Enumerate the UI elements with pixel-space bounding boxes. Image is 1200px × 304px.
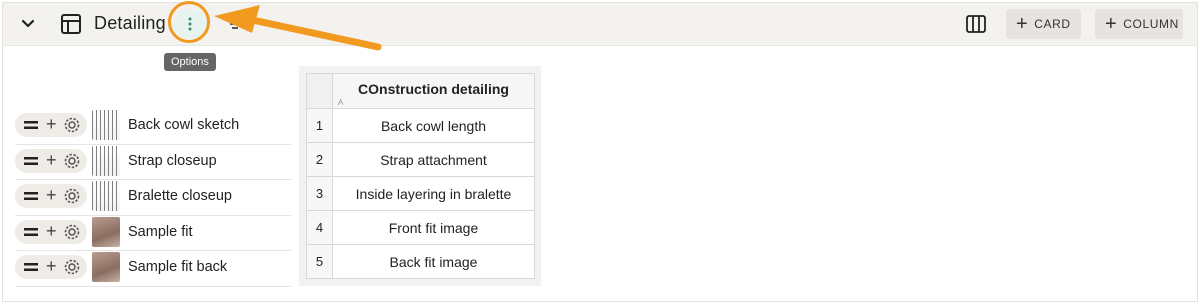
board-panel: Detailing + CARD + COLUMN Options + Back…: [2, 1, 1198, 302]
add-icon[interactable]: +: [46, 221, 57, 242]
gear-icon[interactable]: [63, 116, 81, 134]
card-thumbnail[interactable]: [92, 181, 120, 211]
drag-handle-icon[interactable]: [24, 227, 38, 237]
card-thumbnail[interactable]: [92, 110, 120, 140]
options-tooltip: Options: [164, 53, 216, 71]
drag-handle-icon[interactable]: [24, 262, 38, 272]
row-number[interactable]: 1: [306, 108, 333, 143]
add-column-button[interactable]: + COLUMN: [1095, 9, 1183, 39]
columns-icon[interactable]: [965, 14, 987, 34]
gear-icon[interactable]: [63, 152, 81, 170]
card-controls: +: [15, 219, 87, 244]
plus-icon: +: [1105, 13, 1118, 35]
drag-handle-icon[interactable]: [24, 191, 38, 201]
add-card-button[interactable]: + CARD: [1006, 9, 1081, 39]
column-header-label: COnstruction detailing: [358, 81, 509, 97]
gear-icon[interactable]: [63, 223, 81, 241]
table-cell[interactable]: Back cowl length: [332, 108, 535, 143]
add-icon[interactable]: +: [46, 256, 57, 277]
list-item[interactable]: + Sample fit back: [15, 251, 291, 287]
row-number[interactable]: 5: [306, 244, 333, 279]
add-icon[interactable]: +: [46, 114, 57, 135]
card-list: + Back cowl sketch + Strap closeup + Bra…: [15, 109, 291, 287]
row-number[interactable]: 2: [306, 142, 333, 177]
table-cell[interactable]: Front fit image: [332, 210, 535, 245]
table-row: 1 Back cowl length: [306, 108, 535, 143]
table-cell[interactable]: Back fit image: [332, 244, 535, 279]
list-item[interactable]: + Back cowl sketch: [15, 109, 291, 145]
card-thumbnail[interactable]: [92, 252, 120, 282]
card-controls: +: [15, 148, 87, 173]
card-label[interactable]: Bralette closeup: [128, 188, 232, 204]
gear-icon[interactable]: [63, 187, 81, 205]
highlight-ring: [168, 1, 210, 43]
column-letter: A: [338, 98, 344, 107]
table-row: 5 Back fit image: [306, 244, 535, 279]
list-item[interactable]: + Strap closeup: [15, 145, 291, 180]
card-label[interactable]: Sample fit back: [128, 259, 227, 275]
add-icon[interactable]: +: [46, 185, 57, 206]
list-item[interactable]: + Sample fit: [15, 216, 291, 251]
plus-icon: +: [1016, 13, 1029, 35]
table-cell[interactable]: Strap attachment: [332, 142, 535, 177]
card-label[interactable]: Back cowl sketch: [128, 117, 239, 133]
detail-table: COnstruction detailing A 1 Back cowl len…: [306, 73, 535, 279]
page-title: Detailing: [94, 13, 166, 33]
card-label[interactable]: Strap closeup: [128, 153, 217, 169]
row-number[interactable]: 3: [306, 176, 333, 211]
row-number[interactable]: 4: [306, 210, 333, 245]
add-column-label: COLUMN: [1123, 17, 1179, 31]
table-row: 2 Strap attachment: [306, 142, 535, 177]
table-row: 3 Inside layering in bralette: [306, 176, 535, 211]
add-icon[interactable]: +: [46, 150, 57, 171]
drag-handle-icon[interactable]: [24, 120, 38, 130]
gear-icon[interactable]: [63, 258, 81, 276]
table-row: 4 Front fit image: [306, 210, 535, 245]
card-controls: +: [15, 113, 87, 137]
chevron-down-icon[interactable]: [19, 15, 37, 33]
toolbar: Detailing + CARD + COLUMN: [3, 1, 1197, 51]
table-corner[interactable]: [306, 73, 333, 109]
table-cell[interactable]: Inside layering in bralette: [332, 176, 535, 211]
card-label[interactable]: Sample fit: [128, 224, 192, 240]
list-item[interactable]: + Bralette closeup: [15, 180, 291, 216]
card-thumbnail[interactable]: [92, 216, 120, 247]
layout-icon: [61, 14, 81, 34]
spreadsheet-panel: COnstruction detailing A 1 Back cowl len…: [299, 66, 541, 286]
card-controls: +: [15, 184, 87, 208]
annotation-arrow-icon: [214, 5, 382, 51]
add-card-label: CARD: [1034, 17, 1071, 31]
column-header[interactable]: COnstruction detailing A: [332, 73, 535, 109]
drag-handle-icon[interactable]: [24, 156, 38, 166]
card-controls: +: [15, 255, 87, 279]
card-thumbnail[interactable]: [92, 145, 120, 176]
